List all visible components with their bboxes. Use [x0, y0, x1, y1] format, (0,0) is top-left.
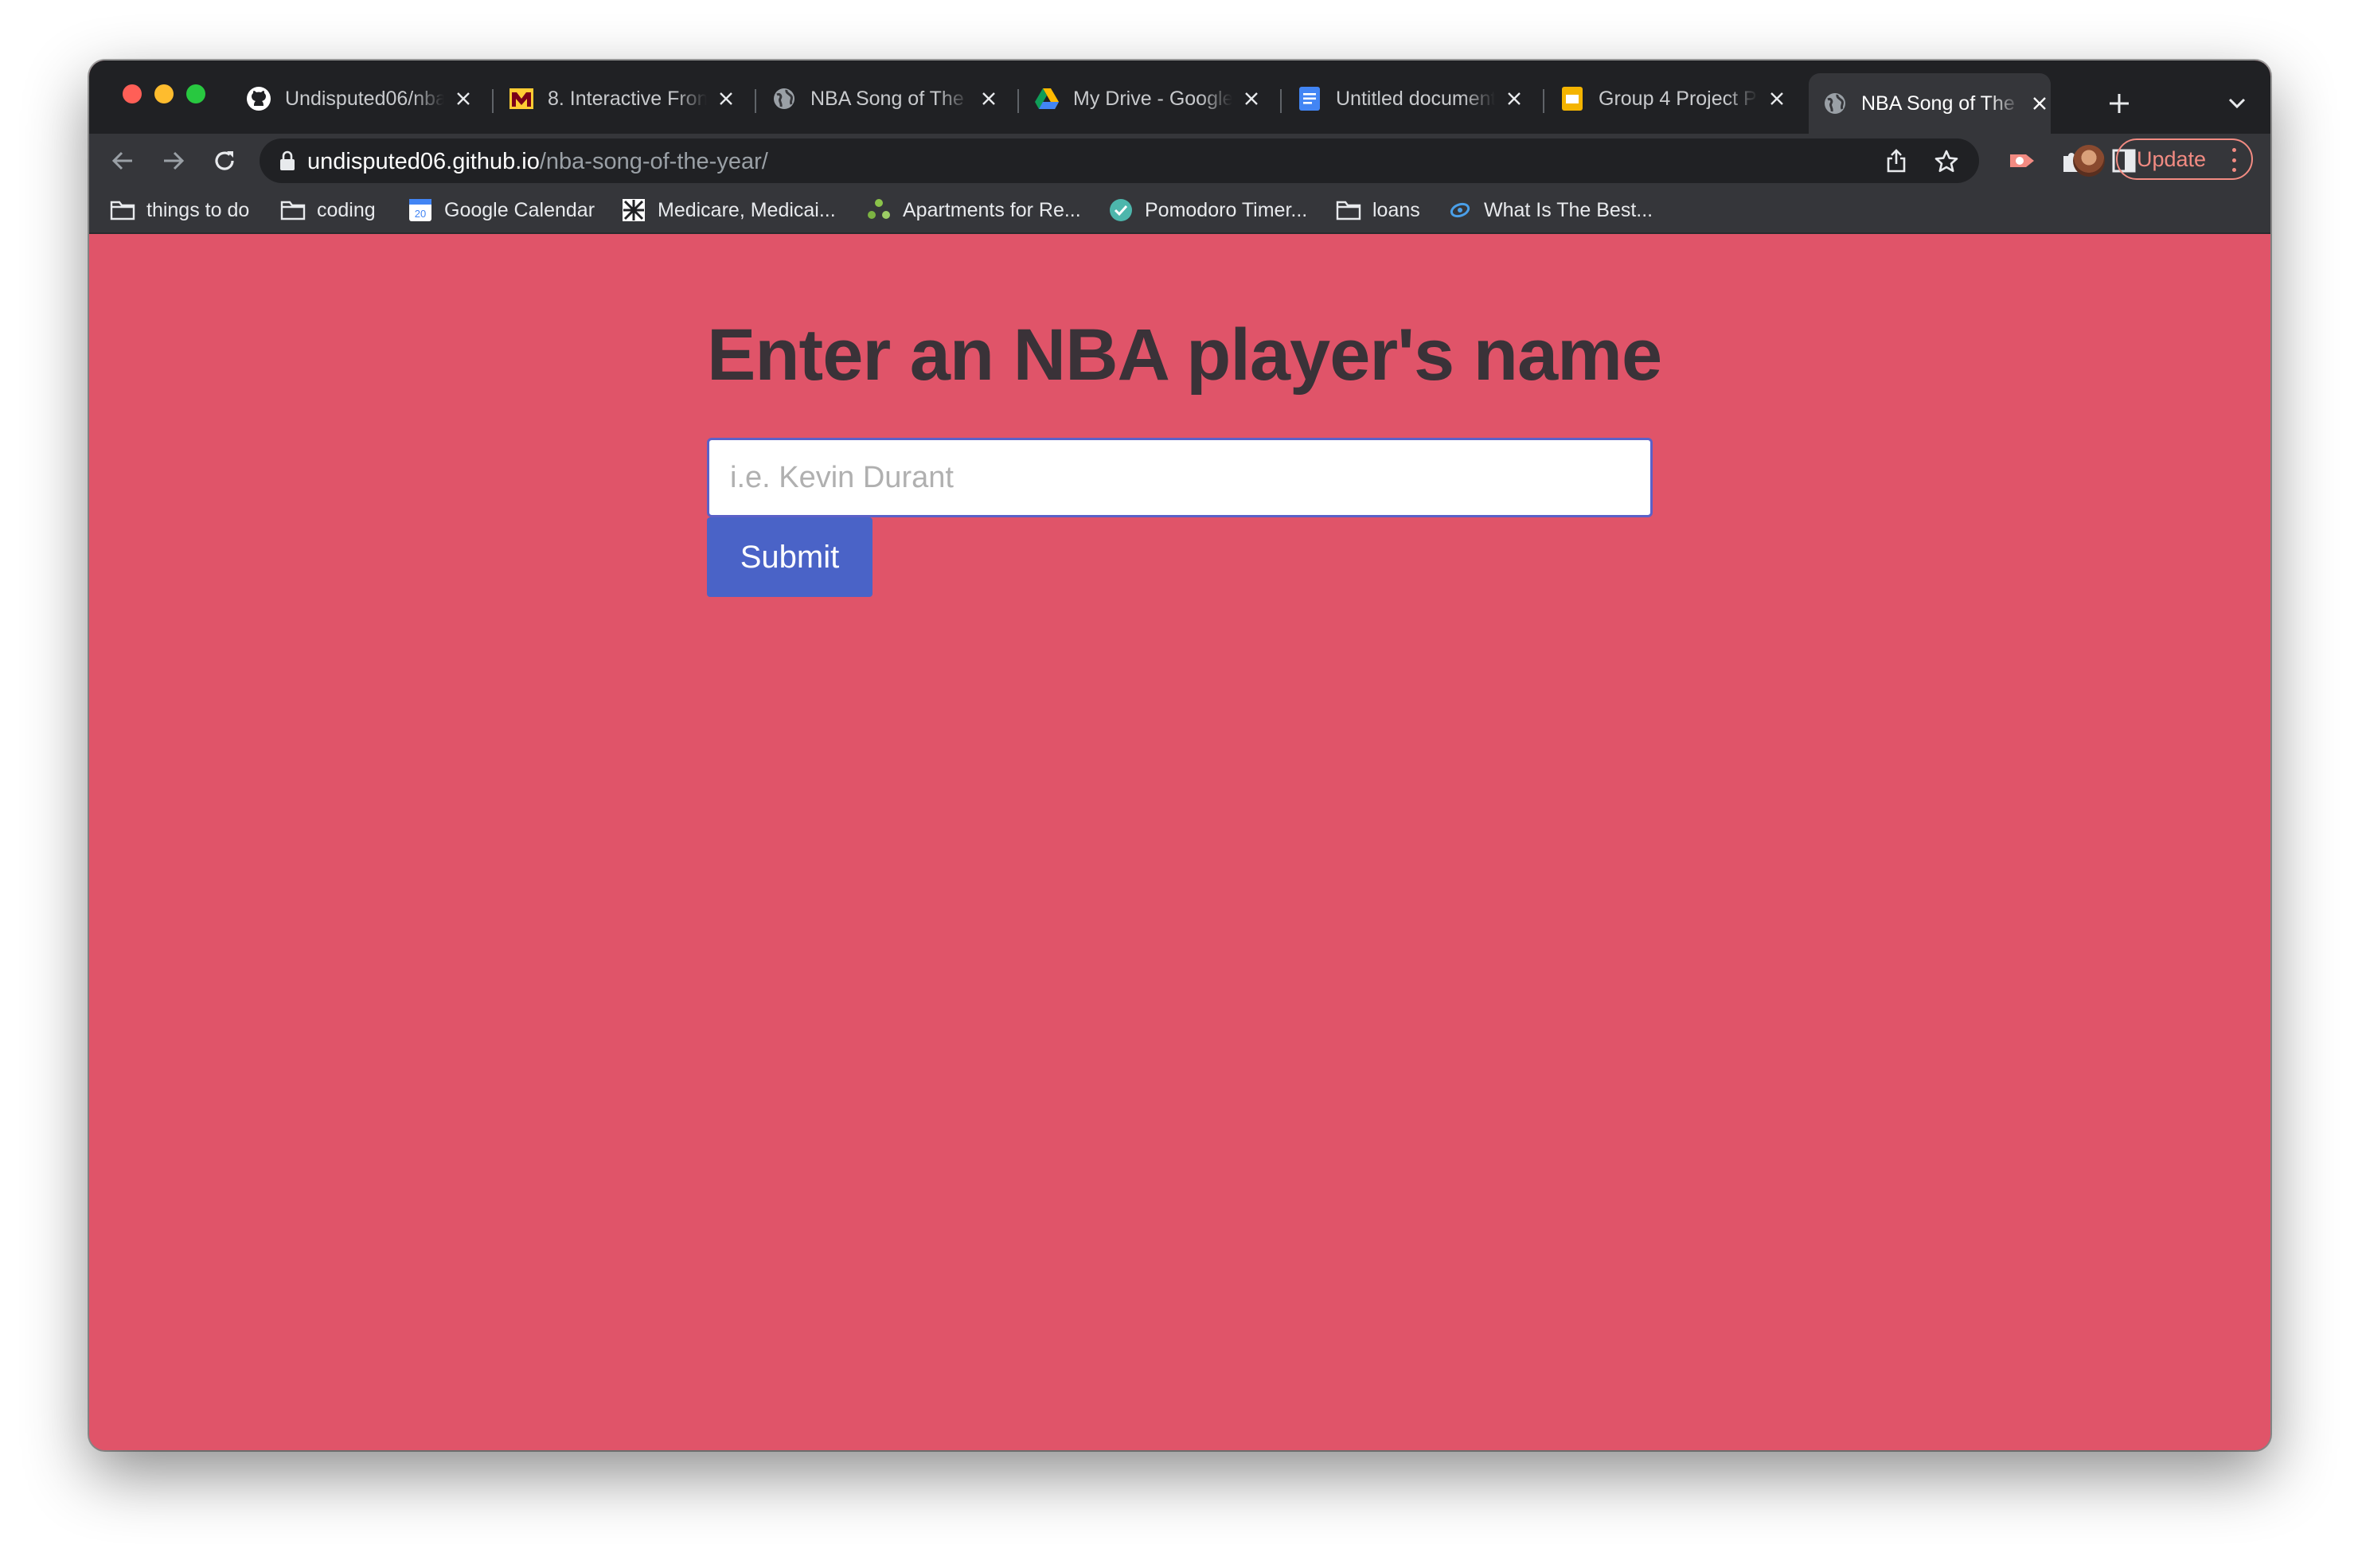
- player-name-input[interactable]: [707, 438, 1653, 517]
- svg-text:20: 20: [415, 208, 426, 220]
- tab-separator: [1280, 89, 1282, 113]
- tab-title: Untitled document: [1336, 87, 1495, 110]
- page-content: Enter an NBA player's name Submit: [89, 234, 2270, 1450]
- bookmark-label: things to do: [146, 198, 250, 221]
- globe-icon: [771, 85, 798, 112]
- close-tab-icon[interactable]: [452, 88, 474, 110]
- apartments-icon: [866, 197, 892, 223]
- lock-icon[interactable]: [277, 150, 298, 172]
- forward-arrow-icon: [164, 151, 185, 170]
- folder-icon: [280, 197, 306, 223]
- tab-title: NBA Song of The Year: [1861, 92, 2020, 115]
- bookmark-label: coding: [317, 198, 376, 221]
- close-tab-icon[interactable]: [1766, 88, 1788, 110]
- bookmarks-bar: things to do coding 20 Google Calendar M…: [89, 188, 2270, 234]
- tab-separator: [492, 89, 494, 113]
- tab-title: 8. Interactive Frontend: [548, 87, 707, 110]
- tab-github[interactable]: Undisputed06/nba-song-of-the-year: [232, 73, 474, 124]
- plus-icon: [2110, 94, 2129, 113]
- url-host: undisputed06.github.io: [307, 149, 540, 174]
- link-icon: [1447, 197, 1473, 223]
- share-icon[interactable]: [1884, 148, 1909, 174]
- tab-nba-song-1[interactable]: NBA Song of The Year: [758, 73, 1000, 124]
- close-window-button[interactable]: [123, 84, 142, 103]
- maximize-window-button[interactable]: [186, 84, 205, 103]
- google-drive-icon: [1033, 85, 1060, 112]
- tab-separator: [755, 89, 756, 113]
- close-tab-icon[interactable]: [978, 88, 1000, 110]
- bookmark-coding[interactable]: coding: [280, 194, 376, 226]
- globe-icon: [1821, 90, 1849, 117]
- google-slides-icon: [1559, 85, 1586, 112]
- tab-umn[interactable]: 8. Interactive Frontend: [495, 73, 737, 124]
- tab-google-docs[interactable]: Untitled document: [1283, 73, 1525, 124]
- tab-google-drive[interactable]: My Drive - Google Drive: [1021, 73, 1263, 124]
- close-tab-icon[interactable]: [1240, 88, 1263, 110]
- github-icon: [245, 85, 272, 112]
- google-docs-icon: [1296, 85, 1323, 112]
- chevron-down-icon: [2228, 98, 2246, 109]
- address-bar[interactable]: undisputed06.github.io/nba-song-of-the-y…: [260, 138, 1979, 183]
- tab-strip: Undisputed06/nba-song-of-the-year 8. Int…: [89, 60, 2270, 134]
- back-button[interactable]: [107, 145, 139, 177]
- update-label: Update: [2137, 146, 2207, 171]
- tab-search-button[interactable]: [2223, 89, 2251, 118]
- tab-google-slides[interactable]: Group 4 Project Proposal: [1546, 73, 1788, 124]
- submit-button[interactable]: Submit: [707, 517, 873, 597]
- bookmark-things-to-do[interactable]: things to do: [110, 194, 249, 226]
- bookmark-what-is-the-best[interactable]: What Is The Best...: [1447, 194, 1653, 226]
- bookmark-label: Pomodoro Timer...: [1145, 198, 1308, 221]
- tab-title: My Drive - Google Drive: [1073, 87, 1232, 110]
- page-heading: Enter an NBA player's name: [707, 314, 1662, 396]
- bookmark-label: Google Calendar: [444, 198, 595, 221]
- forward-button[interactable]: [158, 145, 189, 177]
- check-circle-icon: [1108, 197, 1134, 223]
- tab-title: NBA Song of The Year: [810, 87, 970, 110]
- browser-window: Undisputed06/nba-song-of-the-year 8. Int…: [89, 60, 2270, 1450]
- folder-icon: [110, 197, 135, 223]
- url-path: /nba-song-of-the-year/: [539, 149, 768, 174]
- umn-icon: [508, 85, 535, 112]
- bookmark-pomodoro[interactable]: Pomodoro Timer...: [1108, 194, 1307, 226]
- back-arrow-icon: [111, 151, 132, 170]
- reload-button[interactable]: [209, 145, 240, 177]
- bookmark-loans[interactable]: loans: [1336, 194, 1420, 226]
- reload-icon: [215, 151, 234, 170]
- tab-separator: [1017, 89, 1019, 113]
- bookmark-apartments[interactable]: Apartments for Re...: [866, 194, 1081, 226]
- bookmark-label: Apartments for Re...: [903, 198, 1081, 221]
- bookmark-google-calendar[interactable]: 20 Google Calendar: [408, 194, 595, 226]
- bookmark-medicare[interactable]: Medicare, Medicai...: [621, 194, 836, 226]
- profile-avatar[interactable]: [2073, 145, 2105, 177]
- update-button[interactable]: Update: [2116, 138, 2253, 180]
- hhs-icon: [621, 197, 646, 223]
- close-tab-icon[interactable]: [715, 88, 737, 110]
- close-tab-icon[interactable]: [1503, 88, 1525, 110]
- bookmark-label: What Is The Best...: [1484, 198, 1653, 221]
- bookmark-star-icon[interactable]: [1933, 148, 1960, 175]
- close-tab-icon[interactable]: [2028, 92, 2051, 115]
- google-calendar-icon: 20: [408, 197, 433, 223]
- bookmark-label: loans: [1372, 198, 1420, 221]
- tab-title: Undisputed06/nba-song-of-the-year: [285, 87, 444, 110]
- browser-toolbar: undisputed06.github.io/nba-song-of-the-y…: [89, 134, 2270, 188]
- bookmark-label: Medicare, Medicai...: [658, 198, 836, 221]
- folder-icon: [1336, 197, 1361, 223]
- tab-title: Group 4 Project Proposal: [1599, 87, 1758, 110]
- new-tab-button[interactable]: [2103, 88, 2135, 119]
- url-text[interactable]: undisputed06.github.io/nba-song-of-the-y…: [307, 149, 768, 175]
- more-options-icon[interactable]: [2232, 148, 2237, 172]
- extension-red-icon[interactable]: [2006, 145, 2038, 177]
- tab-separator: [1543, 89, 1544, 113]
- minimize-window-button[interactable]: [154, 84, 174, 103]
- tab-nba-song-active[interactable]: NBA Song of The Year: [1809, 73, 2051, 134]
